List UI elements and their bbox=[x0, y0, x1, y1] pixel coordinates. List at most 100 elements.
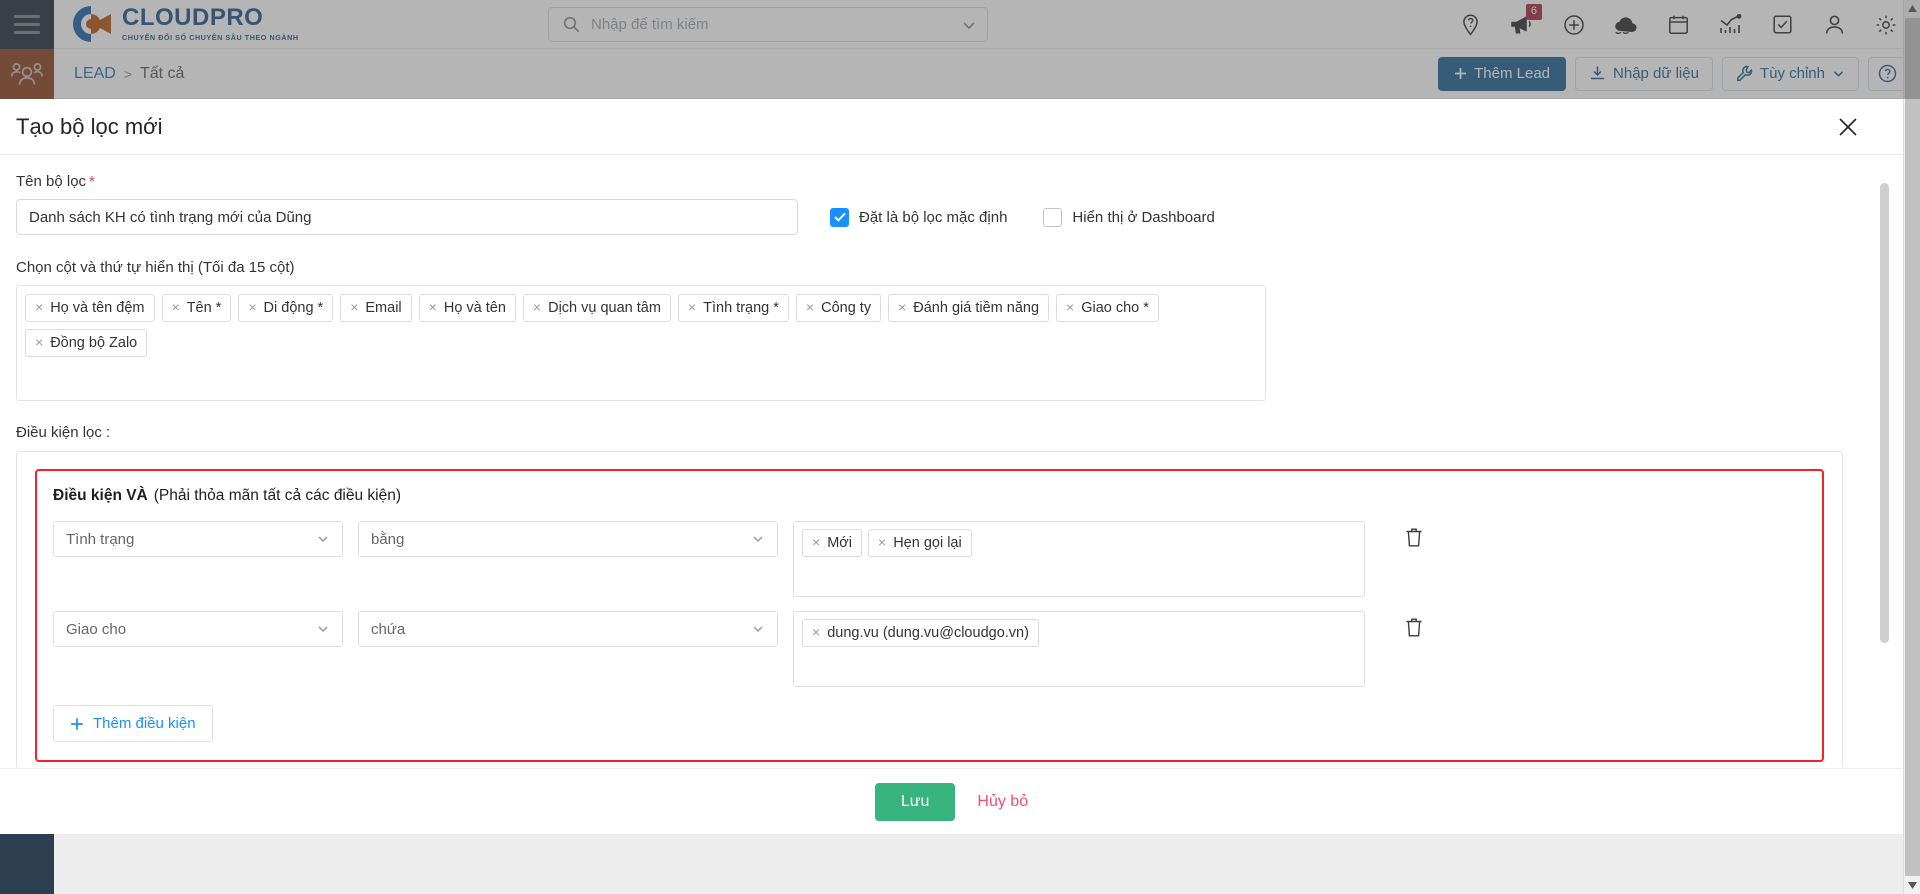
condition-value-container[interactable]: × dung.vu (dung.vu@cloudgo.vn) bbox=[793, 611, 1365, 687]
help-pin-icon[interactable] bbox=[1444, 0, 1496, 49]
task-check-icon[interactable] bbox=[1756, 0, 1808, 49]
filter-name-label-text: Tên bộ lọc bbox=[16, 173, 87, 190]
condition-field-select[interactable]: Tình trạng bbox=[53, 521, 343, 557]
chevron-down-icon bbox=[318, 626, 328, 633]
page-action-buttons: Thêm Lead Nhập dữ liệu Tùy chỉnh bbox=[1438, 56, 1906, 91]
and-group-title-text: Điều kiện VÀ bbox=[53, 487, 148, 504]
column-tag[interactable]: × Tên * bbox=[161, 294, 232, 323]
column-tag[interactable]: × Họ và tên đệm bbox=[25, 294, 155, 323]
cloud-icon[interactable] bbox=[1600, 0, 1652, 49]
global-search[interactable]: Nhập để tìm kiếm bbox=[548, 7, 988, 42]
condition-operator-select[interactable]: chứa bbox=[358, 611, 778, 647]
check-icon bbox=[833, 212, 846, 222]
customize-label: Tùy chỉnh bbox=[1759, 65, 1825, 82]
breadcrumb-current: Tất cả bbox=[139, 64, 185, 82]
remove-tag-icon[interactable]: × bbox=[806, 299, 814, 317]
and-conditions-group: Điều kiện VÀ (Phải thỏa mãn tất cả các đi… bbox=[35, 469, 1824, 762]
condition-field-value: Giao cho bbox=[66, 620, 127, 638]
condition-value-tag[interactable]: × Mới bbox=[802, 529, 862, 558]
conditions-panel: Điều kiện VÀ (Phải thỏa mãn tất cả các đi… bbox=[16, 451, 1843, 767]
chevron-down-icon bbox=[1833, 71, 1844, 77]
help-button[interactable] bbox=[1868, 56, 1906, 91]
remove-tag-icon[interactable]: × bbox=[350, 299, 358, 317]
and-group-title: Điều kiện VÀ (Phải thỏa mãn tất cả các đi… bbox=[53, 487, 1806, 505]
search-icon bbox=[563, 16, 580, 33]
page-subheader: LEAD > Tất cả Thêm Lead Nhập dữ liệu Tùy… bbox=[54, 49, 1920, 99]
analytics-icon[interactable] bbox=[1704, 0, 1756, 49]
user-icon[interactable] bbox=[1808, 0, 1860, 49]
dashboard-display-checkbox[interactable] bbox=[1043, 207, 1063, 227]
remove-tag-icon[interactable]: × bbox=[429, 299, 437, 317]
brand-tagline: CHUYỂN ĐỔI SỐ CHUYÊN SÂU THEO NGÀNH bbox=[122, 33, 299, 42]
filter-name-input[interactable] bbox=[16, 199, 798, 235]
condition-value-tag[interactable]: × dung.vu (dung.vu@cloudgo.vn) bbox=[802, 619, 1039, 648]
add-lead-button[interactable]: Thêm Lead bbox=[1438, 56, 1567, 91]
modal-header: Tạo bộ lọc mới bbox=[0, 99, 1903, 155]
add-condition-button[interactable]: Thêm điều kiện bbox=[53, 705, 213, 742]
condition-operator-select[interactable]: bằng bbox=[358, 521, 778, 557]
condition-value-tag[interactable]: × Hẹn gọi lại bbox=[868, 529, 972, 558]
column-tag[interactable]: × Công ty bbox=[795, 294, 882, 323]
sidebar-item-leads[interactable] bbox=[0, 49, 54, 99]
chevron-down-icon[interactable] bbox=[961, 17, 977, 33]
tag-label: Tên * bbox=[186, 300, 222, 316]
modal-title: Tạo bộ lọc mới bbox=[16, 113, 163, 139]
calendar-icon[interactable] bbox=[1652, 0, 1704, 49]
top-icon-toolbar: 6 bbox=[1444, 0, 1912, 49]
close-icon[interactable] bbox=[1833, 112, 1863, 142]
add-condition-label: Thêm điều kiện bbox=[93, 715, 196, 732]
customize-button[interactable]: Tùy chỉnh bbox=[1721, 56, 1859, 91]
columns-tag-container[interactable]: × Họ và tên đệm × Tên * × Di động * × Email × Họ … bbox=[16, 285, 1266, 401]
page-scrollbar-thumb[interactable] bbox=[1905, 18, 1920, 876]
chevron-down-icon bbox=[753, 536, 763, 543]
top-navigation-bar: CLOUDPRO CHUYỂN ĐỔI SỐ CHUYÊN SÂU THEO N… bbox=[54, 0, 1920, 49]
remove-tag-icon[interactable]: × bbox=[172, 299, 180, 317]
default-filter-checkbox[interactable] bbox=[830, 207, 849, 227]
remove-tag-icon[interactable]: × bbox=[35, 334, 43, 352]
column-tag[interactable]: × Dịch vụ quan tâm bbox=[522, 294, 671, 323]
cancel-button[interactable]: Hủy bỏ bbox=[977, 793, 1028, 811]
condition-row: Giao cho chứa × dung.vu (dung.vu@cloudgo.vn… bbox=[53, 611, 1806, 687]
default-filter-checkbox-item[interactable]: Đặt là bộ lọc mặc định bbox=[830, 207, 1007, 227]
page-scrollbar[interactable] bbox=[1903, 0, 1920, 894]
brand-logo[interactable]: CLOUDPRO CHUYỂN ĐỔI SỐ CHUYÊN SÂU THEO N… bbox=[69, 3, 299, 45]
scroll-down-icon[interactable] bbox=[1904, 877, 1920, 894]
condition-field-select[interactable]: Giao cho bbox=[53, 611, 343, 647]
bottom-background-strip bbox=[54, 834, 1920, 894]
create-filter-modal: Tạo bộ lọc mới Tên bộ lọc * Danh sách KH… bbox=[0, 99, 1903, 834]
save-button[interactable]: Lưu bbox=[874, 782, 956, 821]
notification-badge: 6 bbox=[1525, 4, 1542, 20]
column-tag[interactable]: × Di động * bbox=[238, 294, 334, 323]
remove-tag-icon[interactable]: × bbox=[898, 299, 906, 317]
tag-label: Dịch vụ quan tâm bbox=[548, 300, 661, 316]
modal-scrollbar[interactable] bbox=[1880, 155, 1889, 767]
condition-value-container[interactable]: × Mới × Hẹn gọi lại bbox=[793, 521, 1365, 597]
dashboard-display-checkbox-item[interactable]: Hiển thị ở Dashboard bbox=[1043, 207, 1215, 227]
column-tag[interactable]: × Tình trạng * bbox=[677, 294, 789, 323]
sidebar-menu-toggle[interactable] bbox=[0, 0, 54, 49]
column-tag[interactable]: × Đồng bộ Zalo bbox=[25, 329, 148, 358]
column-tag[interactable]: × Email bbox=[340, 294, 412, 323]
column-tag[interactable]: × Giao cho * bbox=[1056, 294, 1159, 323]
tag-label: Họ và tên bbox=[443, 300, 506, 316]
import-data-button[interactable]: Nhập dữ liệu bbox=[1575, 56, 1713, 91]
tag-label: Di động * bbox=[263, 300, 324, 316]
remove-tag-icon[interactable]: × bbox=[248, 299, 256, 317]
delete-condition-icon[interactable] bbox=[1404, 617, 1424, 643]
column-tag[interactable]: × Họ và tên bbox=[418, 294, 516, 323]
remove-tag-icon[interactable]: × bbox=[35, 299, 43, 317]
column-tag[interactable]: × Đánh giá tiềm năng bbox=[888, 294, 1050, 323]
brand-name: CLOUDPRO bbox=[122, 4, 264, 31]
remove-tag-icon[interactable]: × bbox=[878, 534, 886, 552]
remove-tag-icon[interactable]: × bbox=[812, 534, 820, 552]
breadcrumb-root[interactable]: LEAD bbox=[74, 65, 116, 83]
plus-icon bbox=[1455, 68, 1467, 79]
plus-circle-icon[interactable] bbox=[1548, 0, 1600, 49]
megaphone-icon[interactable]: 6 bbox=[1496, 0, 1548, 49]
remove-tag-icon[interactable]: × bbox=[688, 299, 696, 317]
remove-tag-icon[interactable]: × bbox=[812, 624, 820, 642]
remove-tag-icon[interactable]: × bbox=[533, 299, 541, 317]
remove-tag-icon[interactable]: × bbox=[1066, 299, 1074, 317]
delete-condition-icon[interactable] bbox=[1404, 527, 1424, 553]
modal-scrollbar-thumb[interactable] bbox=[1880, 183, 1889, 643]
